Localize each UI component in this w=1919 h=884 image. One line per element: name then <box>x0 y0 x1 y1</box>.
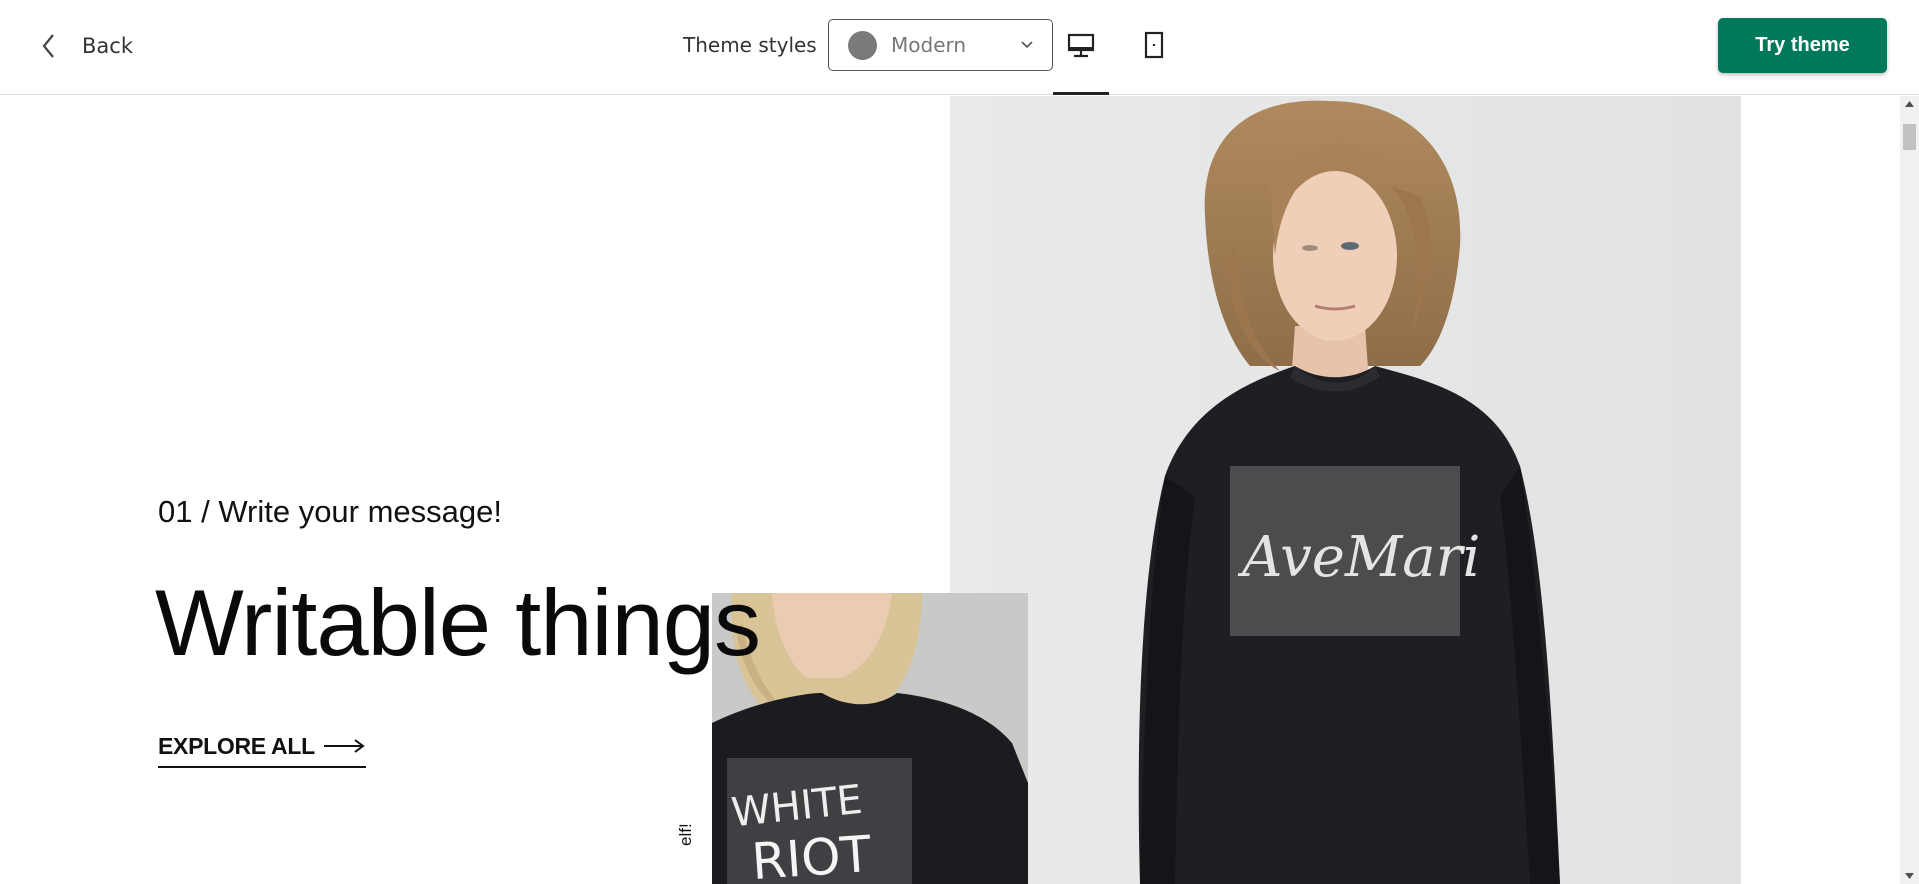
chevron-down-icon <box>1020 38 1034 52</box>
svg-text:RIOT: RIOT <box>750 825 874 884</box>
mobile-view-button[interactable] <box>1126 30 1182 94</box>
vertical-caption: elf! <box>676 823 695 846</box>
back-button[interactable]: Back <box>36 28 133 64</box>
preview-scrollbar[interactable] <box>1900 96 1919 884</box>
hero-main-image: AveMari <box>950 96 1741 884</box>
scroll-down-arrow-icon[interactable] <box>1900 867 1919 884</box>
preview-toolbar: Back Theme styles Modern Try theme <box>0 0 1919 95</box>
theme-style-select[interactable]: Modern <box>828 19 1053 71</box>
scroll-thumb[interactable] <box>1903 124 1916 150</box>
desktop-view-button[interactable] <box>1053 30 1109 95</box>
svg-text:AveMari: AveMari <box>1237 525 1480 590</box>
chevron-left-icon <box>36 27 64 66</box>
mobile-icon <box>1139 30 1169 94</box>
back-label: Back <box>82 34 133 58</box>
explore-all-link[interactable]: EXPLORE ALL <box>158 726 366 768</box>
desktop-icon <box>1066 30 1096 94</box>
slide-kicker: 01 / Write your message! <box>158 494 503 529</box>
explore-all-label: EXPLORE ALL <box>158 732 315 759</box>
scroll-up-arrow-icon[interactable] <box>1900 96 1919 113</box>
theme-styles-label: Theme styles <box>683 33 817 57</box>
theme-preview: AveMari WHITE RIOT 01 / Write your messa… <box>0 96 1900 884</box>
hero-headline: Writable things <box>155 570 761 675</box>
style-swatch <box>848 30 877 60</box>
try-theme-button[interactable]: Try theme <box>1718 18 1887 73</box>
theme-style-value: Modern <box>891 33 967 57</box>
